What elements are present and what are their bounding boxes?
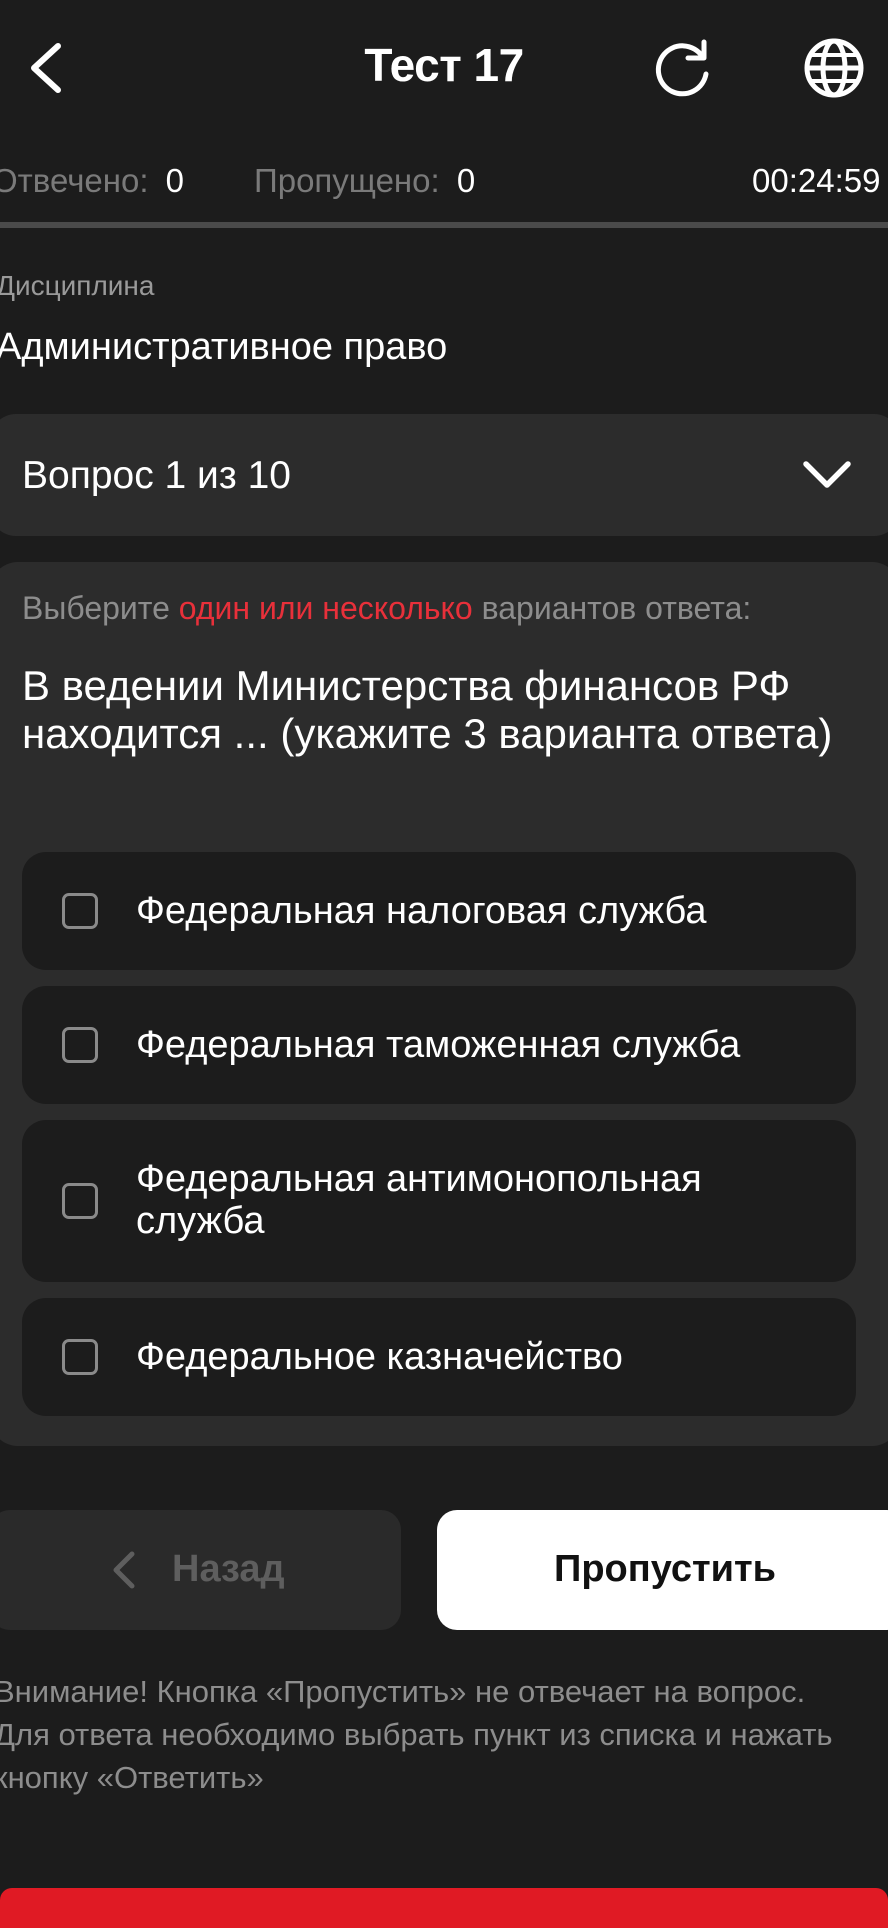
skipped-value: 0 (456, 162, 476, 199)
answered-label: Отвечено: (0, 162, 149, 199)
globe-icon[interactable] (802, 36, 866, 100)
checkbox[interactable] (62, 1183, 98, 1219)
answer-option[interactable]: Федеральная таможенная служба (22, 986, 856, 1104)
instruction-accent: один или несколько (178, 590, 473, 626)
answer-option-label: Федеральная налоговая служба (136, 890, 707, 932)
skip-button[interactable]: Пропустить (437, 1510, 888, 1630)
header: Тест 17 (0, 0, 888, 140)
answer-instruction: Выберите один или несколько вариантов от… (22, 590, 751, 627)
chevron-down-icon (800, 454, 854, 496)
answer-option-label: Федеральная таможенная служба (136, 1024, 741, 1066)
instruction-prefix: Выберите (22, 590, 170, 626)
checkbox[interactable] (62, 1027, 98, 1063)
answered-counter: Отвечено: 0 (0, 162, 184, 200)
answer-button[interactable] (0, 1888, 888, 1928)
skip-warning-note: Внимание! Кнопка «Пропустить» не отвечае… (0, 1674, 833, 1795)
question-selector-label: Вопрос 1 из 10 (22, 454, 291, 497)
back-button-label: Назад (172, 1548, 285, 1590)
answer-option-label: Федеральное казначейство (136, 1336, 623, 1378)
answer-option-label: Федеральная антимонопольная служба (136, 1158, 702, 1242)
reload-icon[interactable] (652, 36, 716, 100)
discipline-value: Административное право (0, 326, 448, 368)
instruction-suffix: вариантов ответа: (481, 590, 752, 626)
question-selector[interactable]: Вопрос 1 из 10 (0, 414, 888, 536)
question-text: В ведении Министерства финансов РФ наход… (22, 662, 833, 757)
page-title: Тест 17 (364, 39, 524, 91)
answer-option[interactable]: Федеральная антимонопольная служба (22, 1120, 856, 1282)
stats-row: Отвечено: 0 Пропущено: 0 00:24:59 (0, 160, 888, 206)
discipline-label: Дисциплина (0, 270, 155, 301)
skipped-label: Пропущено: (254, 162, 440, 199)
answer-option[interactable]: Федеральное казначейство (22, 1298, 856, 1416)
checkbox[interactable] (62, 1339, 98, 1375)
progress-bar (0, 222, 888, 228)
question-card: Выберите один или несколько вариантов от… (0, 562, 888, 1446)
chevron-left-icon (108, 1548, 138, 1592)
skipped-counter: Пропущено: 0 (254, 162, 475, 200)
back-button[interactable]: Назад (0, 1510, 401, 1630)
answer-option[interactable]: Федеральная налоговая служба (22, 852, 856, 970)
skip-button-label: Пропустить (554, 1548, 776, 1590)
answered-value: 0 (165, 162, 185, 199)
checkbox[interactable] (62, 893, 98, 929)
timer: 00:24:59 (752, 162, 881, 199)
